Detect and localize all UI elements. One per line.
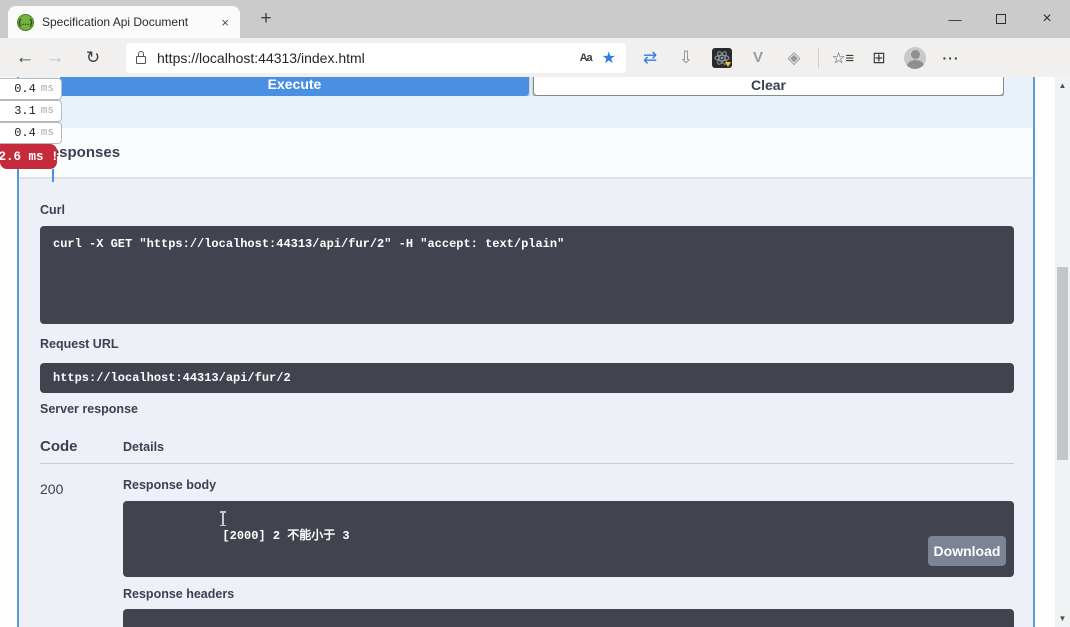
scrollbar-thumb[interactable] bbox=[1057, 267, 1068, 460]
more-menu-icon[interactable]: ··· bbox=[933, 50, 969, 66]
code-column-header: Code bbox=[40, 438, 123, 455]
browser-tab[interactable]: {…} Specification Api Document × bbox=[8, 6, 240, 38]
vue-devtools-extension-icon[interactable]: V bbox=[740, 49, 776, 66]
timing-badge: 3.1 ms bbox=[0, 100, 62, 122]
response-body-label: Response body bbox=[123, 478, 1014, 492]
minimize-button[interactable]: — bbox=[932, 0, 978, 38]
download-arrow-icon[interactable]: ⇩ bbox=[668, 48, 704, 68]
back-button[interactable]: ← bbox=[10, 47, 40, 69]
favorite-star-icon[interactable]: ★ bbox=[602, 48, 616, 68]
response-headers-box[interactable] bbox=[123, 609, 1014, 627]
action-button-row: Execute Clear bbox=[60, 77, 1004, 96]
toolbar-divider bbox=[818, 48, 819, 68]
new-tab-button[interactable]: + bbox=[254, 8, 278, 30]
timing-connector-line bbox=[52, 169, 54, 182]
swagger-favicon-icon: {…} bbox=[17, 14, 34, 31]
layers-extension-icon[interactable]: ◈ bbox=[776, 48, 812, 68]
browser-toolbar: ← → ↻ https://localhost:44313/index.html… bbox=[0, 38, 1070, 77]
refresh-button[interactable]: ↻ bbox=[78, 48, 108, 68]
status-code: 200 bbox=[40, 478, 123, 627]
timing-alert-badge: 2.6 ms ! bbox=[0, 144, 57, 169]
request-url-box[interactable]: https://localhost:44313/api/fur/2 bbox=[40, 363, 1014, 393]
favorites-list-icon[interactable]: ☆≡ bbox=[825, 49, 861, 67]
timing-unit: ms bbox=[41, 127, 54, 139]
curl-command-box[interactable]: curl -X GET "https://localhost:44313/api… bbox=[40, 226, 1014, 324]
request-url-label: Request URL bbox=[40, 337, 1014, 351]
forward-button[interactable]: → bbox=[40, 47, 70, 69]
timing-unit: ms bbox=[41, 105, 54, 117]
download-button[interactable]: Download bbox=[928, 536, 1006, 566]
profile-avatar[interactable] bbox=[904, 47, 926, 69]
responses-inner: Curl curl -X GET "https://localhost:4431… bbox=[19, 177, 1033, 627]
tab-close-icon[interactable]: × bbox=[219, 15, 231, 30]
timing-badge: 0.4 ms bbox=[0, 122, 62, 144]
details-column-header: Details bbox=[123, 440, 164, 454]
translate-icon[interactable]: Aa bbox=[580, 52, 592, 64]
response-row: 200 Response body [2000] 2 不能小于 3 Downlo… bbox=[40, 478, 1014, 627]
swap-arrows-extension-icon[interactable]: ⇄ bbox=[632, 48, 668, 68]
swagger-opblock: Execute Clear Responses Curl curl -X GET… bbox=[17, 77, 1035, 627]
timing-value: 0.4 bbox=[14, 126, 36, 140]
server-response-label: Server response bbox=[40, 402, 1014, 416]
tab-strip: {…} Specification Api Document × + — × bbox=[0, 0, 1070, 38]
vertical-scrollbar[interactable]: ▲ ▼ bbox=[1055, 77, 1070, 627]
responses-section-header: Responses bbox=[19, 128, 1033, 177]
scroll-down-arrow-icon[interactable]: ▼ bbox=[1055, 611, 1070, 626]
timing-value: 0.4 bbox=[14, 82, 36, 96]
clear-button[interactable]: Clear bbox=[533, 77, 1004, 96]
response-body-text: [2000] 2 不能小于 3 bbox=[222, 529, 349, 543]
maximize-button[interactable] bbox=[978, 0, 1024, 38]
scroll-up-arrow-icon[interactable]: ▲ bbox=[1055, 78, 1070, 93]
collections-icon[interactable]: ⊞ bbox=[861, 48, 897, 68]
extension-icons: ⇄ ⇩ V ◈ ☆≡ ⊞ ··· bbox=[632, 47, 969, 69]
response-details: Response body [2000] 2 不能小于 3 Download R… bbox=[123, 478, 1014, 627]
try-it-out-section: Execute Clear bbox=[19, 77, 1033, 128]
window-controls: — × bbox=[932, 0, 1070, 38]
response-headers-label: Response headers bbox=[123, 587, 1014, 601]
timing-badge: 0.4 ms bbox=[0, 78, 62, 100]
execute-button[interactable]: Execute bbox=[60, 77, 529, 96]
timing-unit: ms bbox=[41, 83, 54, 95]
page-viewport: Execute Clear Responses Curl curl -X GET… bbox=[0, 77, 1070, 627]
close-window-button[interactable]: × bbox=[1024, 0, 1070, 38]
curl-label: Curl bbox=[40, 203, 1014, 217]
react-devtools-extension-icon[interactable] bbox=[712, 48, 732, 68]
address-bar[interactable]: https://localhost:44313/index.html Aa ★ bbox=[126, 43, 626, 73]
response-body-box[interactable]: [2000] 2 不能小于 3 Download bbox=[123, 501, 1014, 577]
timing-value: 3.1 bbox=[14, 104, 36, 118]
lock-icon bbox=[136, 56, 146, 64]
timing-overlay: 0.4 ms 3.1 ms 0.4 ms 2.6 ms ! bbox=[0, 78, 62, 182]
response-table-header: Code Details bbox=[40, 430, 1014, 464]
tab-title: Specification Api Document bbox=[42, 15, 219, 29]
url-text[interactable]: https://localhost:44313/index.html bbox=[157, 50, 580, 66]
text-cursor bbox=[222, 511, 224, 526]
